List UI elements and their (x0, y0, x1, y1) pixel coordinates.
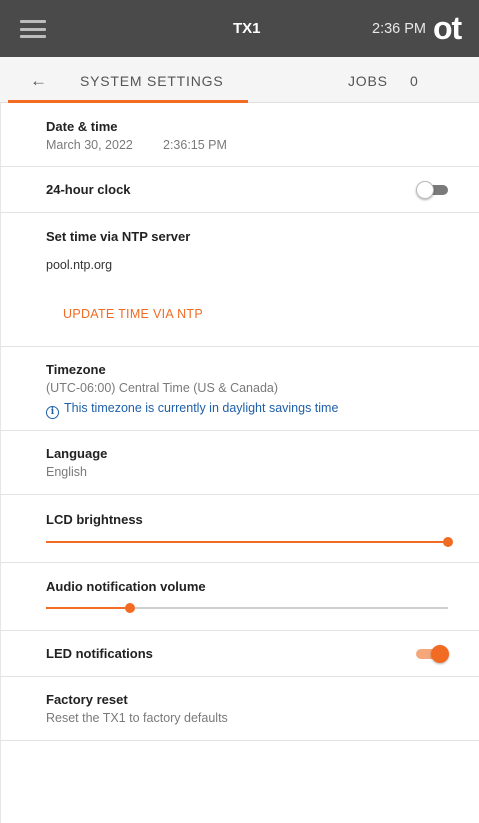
slider-thumb[interactable] (125, 603, 136, 613)
setting-factory-reset[interactable]: Factory reset Reset the TX1 to factory d… (0, 677, 479, 741)
setting-title: Date & time (46, 119, 118, 134)
24-hour-clock-toggle[interactable] (416, 181, 448, 199)
tab-bar: ← SYSTEM SETTINGS JOBS 0 (0, 57, 479, 103)
lcd-brightness-slider[interactable] (46, 535, 453, 549)
setting-ntp: Set time via NTP server pool.ntp.org UPD… (0, 213, 479, 347)
current-date: March 30, 2022 (46, 138, 133, 152)
setting-language[interactable]: Language English (0, 431, 479, 495)
jobs-count-badge: 0 (410, 73, 418, 89)
info-text: This timezone is currently in daylight s… (64, 401, 339, 415)
daylight-savings-info: i This timezone is currently in daylight … (46, 401, 338, 419)
current-time: 2:36:15 PM (163, 138, 227, 152)
setting-title: 24-hour clock (46, 182, 131, 197)
ntp-server-field[interactable]: pool.ntp.org (46, 258, 112, 272)
setting-lcd-brightness: LCD brightness (0, 495, 479, 563)
setting-title: Language (46, 446, 108, 461)
device-name: TX1 (233, 20, 261, 37)
timezone-value: (UTC-06:00) Central Time (US & Canada) (46, 381, 279, 395)
setting-title: Factory reset (46, 692, 128, 707)
audio-volume-slider[interactable] (46, 601, 448, 615)
hamburger-menu-icon[interactable] (20, 20, 46, 38)
setting-title: Set time via NTP server (46, 229, 191, 244)
arrow-left-icon[interactable]: ← (30, 71, 47, 91)
setting-led-notifications: LED notifications (0, 631, 479, 677)
tab-jobs[interactable]: JOBS (348, 73, 388, 89)
top-app-bar: TX1 2:36 PM ot (0, 0, 479, 57)
setting-24-hour-clock: 24-hour clock (0, 167, 479, 213)
language-value: English (46, 465, 87, 479)
tab-system-settings[interactable]: SYSTEM SETTINGS (80, 73, 223, 89)
info-circle-icon: i (46, 406, 59, 419)
factory-reset-description: Reset the TX1 to factory defaults (46, 711, 228, 725)
setting-timezone[interactable]: Timezone (UTC-06:00) Central Time (US & … (0, 347, 479, 431)
setting-title: Audio notification volume (46, 579, 206, 594)
update-time-via-ntp-button[interactable]: UPDATE TIME VIA NTP (63, 307, 203, 321)
brand-logo: ot (433, 10, 462, 46)
setting-audio-volume: Audio notification volume (0, 563, 479, 631)
slider-thumb[interactable] (443, 537, 453, 547)
status-clock: 2:36 PM (372, 21, 426, 37)
setting-title: Timezone (46, 362, 106, 377)
setting-title: LCD brightness (46, 512, 143, 527)
led-notifications-toggle[interactable] (416, 645, 449, 663)
setting-title: LED notifications (46, 646, 153, 661)
setting-date-time[interactable]: Date & time March 30, 2022 2:36:15 PM (0, 103, 479, 167)
